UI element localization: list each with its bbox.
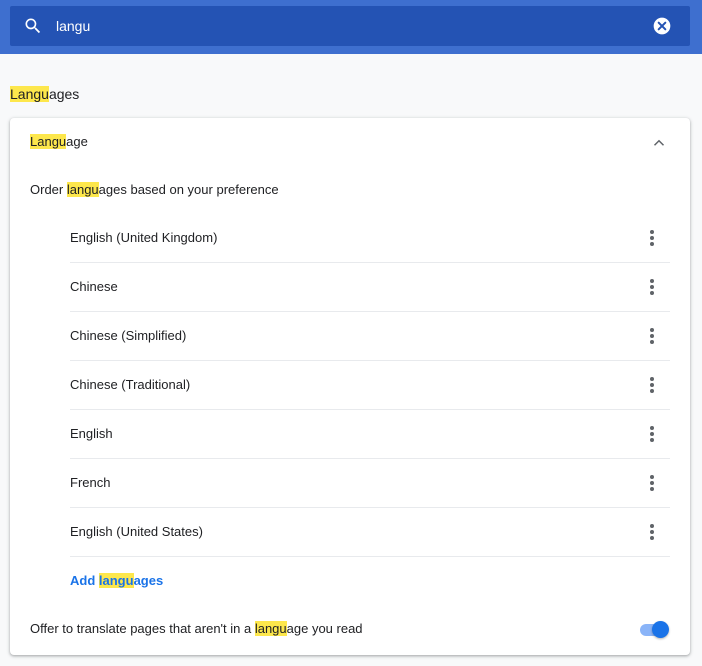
language-name: Chinese [70,279,118,294]
language-list: English (United Kingdom) Chinese Chinese… [70,214,670,557]
search-highlight: langu [98,573,134,588]
search-highlight: langu [254,621,287,636]
language-row: English (United Kingdom) [70,214,670,263]
add-languages-link[interactable]: Add languages [70,571,163,591]
chevron-up-icon[interactable] [650,134,668,152]
offer-post: age you read [286,621,363,636]
language-name: French [70,475,111,490]
card-header-rest: age [66,134,88,149]
search-highlight: Langu [30,134,67,149]
more-vert-icon[interactable] [642,373,662,397]
more-vert-icon[interactable] [642,471,662,495]
add-post: ages [133,573,164,588]
more-vert-icon[interactable] [642,226,662,250]
language-name: English (United States) [70,524,203,539]
more-vert-icon[interactable] [642,324,662,348]
order-pre: Order [30,182,67,197]
order-post: ages based on your preference [98,182,279,197]
language-name: Chinese (Simplified) [70,328,187,343]
search-box [10,6,690,46]
language-row: Chinese [70,263,670,312]
language-row: Chinese (Simplified) [70,312,670,361]
language-row: Chinese (Traditional) [70,361,670,410]
search-input[interactable] [56,6,616,46]
add-pre: Add [70,573,99,588]
languages-card: Language Order languages based on your p… [10,118,690,655]
order-description: Order languages based on your preference [30,180,279,200]
language-name: English [70,426,113,441]
toggle-thumb [652,621,669,638]
more-vert-icon[interactable] [642,422,662,446]
section-title-rest: ages [48,86,80,102]
language-row: English (United States) [70,508,670,557]
search-header [0,0,702,54]
card-header-label: Language [30,132,88,152]
offer-translate-label: Offer to translate pages that aren't in … [30,619,363,639]
language-row: English [70,410,670,459]
offer-translate-toggle[interactable] [638,620,670,638]
search-highlight: Langu [10,86,49,102]
more-vert-icon[interactable] [642,275,662,299]
language-name: Chinese (Traditional) [70,377,191,392]
search-highlight: langu [66,182,99,197]
offer-pre: Offer to translate pages that aren't in … [30,621,255,636]
search-icon [25,18,41,34]
language-name: English (United Kingdom) [70,230,218,245]
more-vert-icon[interactable] [642,520,662,544]
section-title: Languages [10,84,79,104]
language-expand-header[interactable]: Language [10,118,690,166]
close-icon[interactable] [652,16,672,36]
language-row: French [70,459,670,508]
